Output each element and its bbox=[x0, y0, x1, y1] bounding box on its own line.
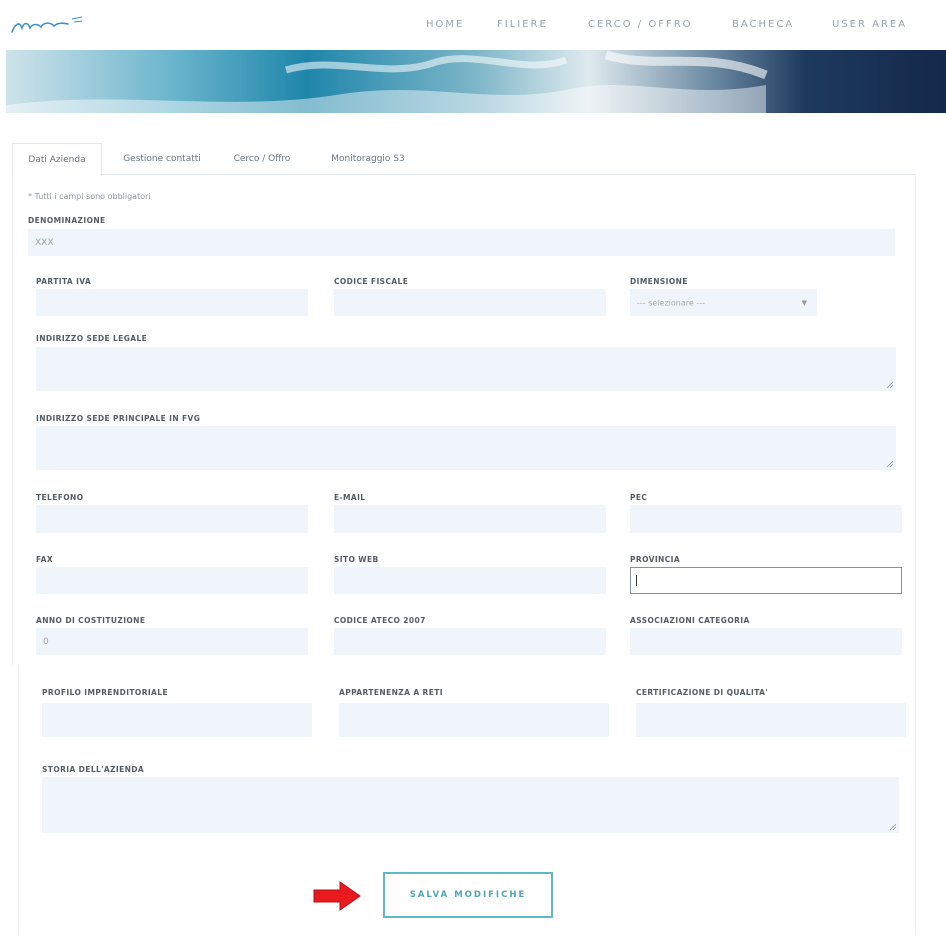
chevron-down-icon: ▼ bbox=[801, 298, 807, 307]
nav-user-area[interactable]: USER AREA bbox=[832, 19, 907, 30]
profilo-input[interactable] bbox=[42, 703, 312, 737]
email-input[interactable] bbox=[334, 505, 606, 533]
text-cursor bbox=[636, 575, 637, 586]
fax-input[interactable] bbox=[36, 567, 308, 594]
tab-divider bbox=[100, 174, 916, 175]
nav-filiere[interactable]: FILIERE bbox=[497, 19, 548, 30]
tab-dati-azienda[interactable]: Dati Azienda bbox=[12, 143, 102, 176]
anno-costituzione-input[interactable]: 0 bbox=[36, 628, 308, 655]
nav-bacheca[interactable]: BACHECA bbox=[732, 19, 794, 30]
sito-web-label: SITO WEB bbox=[334, 555, 379, 564]
denominazione-value: XXX bbox=[35, 237, 54, 248]
tab-cerco-offro[interactable]: Cerco / Offro bbox=[222, 143, 302, 175]
storia-label: STORIA DELL'AZIENDA bbox=[42, 765, 145, 774]
storia-textarea[interactable] bbox=[42, 777, 899, 833]
hero-banner-image bbox=[6, 50, 946, 113]
resize-handle-icon[interactable] bbox=[890, 824, 896, 830]
indirizzo-legale-label: INDIRIZZO SEDE LEGALE bbox=[36, 334, 148, 343]
sito-web-input[interactable] bbox=[334, 567, 606, 594]
main-nav: HOME FILIERE CERCO / OFFRO BACHECA USER … bbox=[0, 19, 946, 35]
pec-input[interactable] bbox=[630, 505, 902, 533]
resize-handle-icon[interactable] bbox=[887, 461, 893, 467]
denominazione-input[interactable]: XXX bbox=[28, 229, 895, 256]
telefono-label: TELEFONO bbox=[36, 493, 84, 502]
profilo-label: PROFILO IMPRENDITORIALE bbox=[42, 688, 168, 697]
indirizzo-principale-label: INDIRIZZO SEDE PRINCIPALE IN FVG bbox=[36, 414, 201, 423]
pec-label: PEC bbox=[630, 493, 648, 502]
partita-iva-input[interactable] bbox=[36, 289, 308, 316]
fax-label: FAX bbox=[36, 555, 54, 564]
provincia-input[interactable] bbox=[630, 567, 902, 594]
reti-label: APPARTENENZA A RETI bbox=[339, 688, 443, 697]
certificazione-input[interactable] bbox=[636, 703, 906, 737]
tab-gestione-contatti[interactable]: Gestione contatti bbox=[112, 143, 212, 175]
codice-ateco-label: CODICE ATECO 2007 bbox=[334, 616, 426, 625]
anno-costituzione-label: ANNO DI COSTITUZIONE bbox=[36, 616, 146, 625]
nav-cerco-offro[interactable]: CERCO / OFFRO bbox=[588, 19, 693, 30]
email-label: E-MAIL bbox=[334, 493, 366, 502]
resize-handle-icon[interactable] bbox=[887, 382, 893, 388]
codice-fiscale-input[interactable] bbox=[334, 289, 606, 316]
codice-ateco-input[interactable] bbox=[334, 628, 606, 655]
associazioni-label: ASSOCIAZIONI CATEGORIA bbox=[630, 616, 750, 625]
panel-left-border bbox=[12, 175, 13, 665]
indirizzo-principale-textarea[interactable] bbox=[36, 426, 896, 470]
partita-iva-label: PARTITA IVA bbox=[36, 277, 92, 286]
dimensione-selected-value: --- selezionare --- bbox=[637, 298, 705, 307]
panel-right-border bbox=[915, 175, 916, 935]
red-arrow-icon bbox=[313, 881, 361, 911]
top-bar: HOME FILIERE CERCO / OFFRO BACHECA USER … bbox=[0, 0, 946, 50]
associazioni-input[interactable] bbox=[630, 628, 902, 655]
anno-costituzione-value: 0 bbox=[43, 636, 49, 647]
save-changes-button[interactable]: SALVA MODIFICHE bbox=[383, 872, 553, 918]
required-fields-note: * Tutti i campi sono obbligatori bbox=[28, 192, 151, 201]
certificazione-label: CERTIFICAZIONE DI QUALITA' bbox=[636, 688, 769, 697]
tab-monitoraggio-s3[interactable]: Monitoraggio S3 bbox=[318, 143, 418, 175]
telefono-input[interactable] bbox=[36, 505, 308, 533]
dimensione-select[interactable]: --- selezionare --- ▼ bbox=[630, 289, 817, 316]
dimensione-label: DIMENSIONE bbox=[630, 277, 688, 286]
codice-fiscale-label: CODICE FISCALE bbox=[334, 277, 409, 286]
panel-lower-left-border bbox=[18, 665, 19, 935]
denominazione-label: DENOMINAZIONE bbox=[28, 216, 106, 225]
provincia-label: PROVINCIA bbox=[630, 555, 681, 564]
reti-input[interactable] bbox=[339, 703, 609, 737]
nav-home[interactable]: HOME bbox=[426, 19, 464, 30]
indirizzo-legale-textarea[interactable] bbox=[36, 347, 896, 391]
